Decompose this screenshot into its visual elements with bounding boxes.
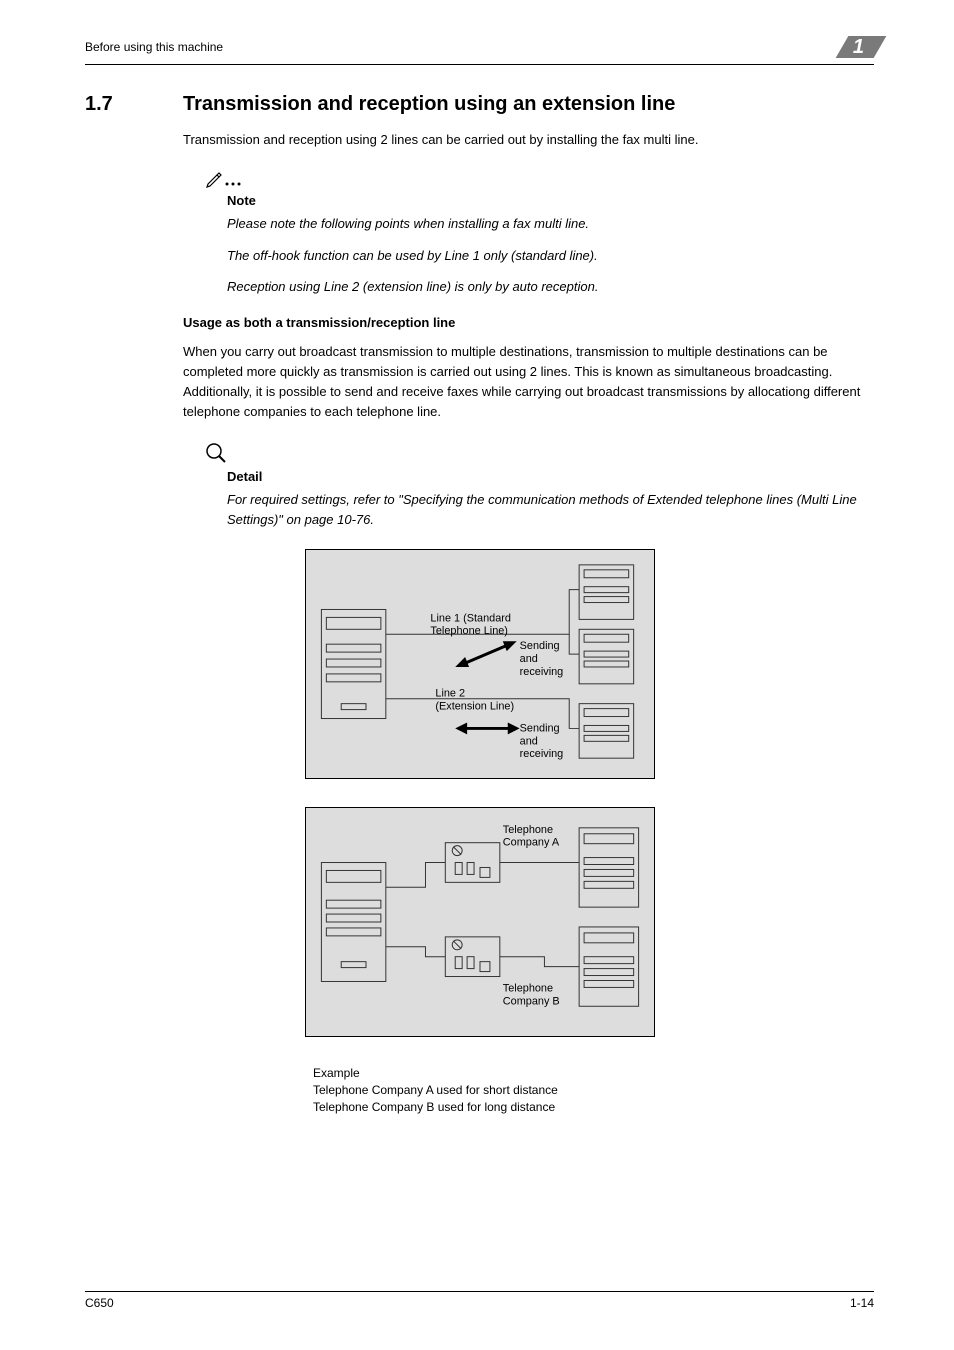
detail-label: Detail [227, 469, 874, 484]
note-body: Please note the following points when in… [227, 214, 874, 297]
svg-text:receiving: receiving [519, 666, 563, 678]
svg-text:Company A: Company A [502, 837, 559, 849]
page-footer: C650 1-14 [85, 1291, 874, 1310]
usage-paragraph: When you carry out broadcast transmissio… [183, 342, 874, 423]
svg-text:Sending: Sending [519, 640, 559, 652]
section-number: 1.7 [85, 93, 153, 116]
company-b-label: Telephone [502, 983, 552, 995]
note-label: Note [227, 193, 874, 208]
chapter-breadcrumb: Before using this machine [85, 40, 223, 54]
svg-text:and: and [519, 653, 537, 665]
example-caption: Example Telephone Company A used for sho… [313, 1065, 874, 1115]
svg-text:and: and [519, 735, 537, 747]
section-title: Transmission and reception using an exte… [183, 93, 675, 116]
chapter-number-badge: 1 [839, 36, 874, 58]
detail-body: For required settings, refer to "Specify… [227, 490, 874, 529]
detail-magnifier-icon [205, 442, 227, 467]
svg-text:Telephone Line): Telephone Line) [430, 625, 508, 637]
footer-page: 1-14 [850, 1296, 874, 1310]
line1-label: Line 1 (Standard [430, 613, 511, 625]
svg-text:Company B: Company B [502, 995, 559, 1007]
section-heading: 1.7 Transmission and reception using an … [85, 93, 874, 116]
intro-paragraph: Transmission and reception using 2 lines… [183, 130, 874, 150]
note-pencil-icon [205, 170, 245, 191]
page-header: Before using this machine 1 [85, 40, 874, 65]
line2-label: Line 2 [435, 688, 465, 700]
footer-model: C650 [85, 1296, 114, 1310]
svg-text:(Extension Line): (Extension Line) [435, 701, 514, 713]
svg-text:receiving: receiving [519, 748, 563, 760]
detail-callout: Detail For required settings, refer to "… [205, 442, 874, 529]
usage-subheading: Usage as both a transmission/reception l… [183, 315, 874, 330]
company-a-label: Telephone [502, 824, 552, 836]
diagram-telephone-companies: Telephone Company A Telephone Company B [305, 807, 655, 1037]
note-callout: Note Please note the following points wh… [205, 170, 874, 297]
diagram-line-usage: Line 1 (Standard Telephone Line) Sending… [305, 549, 655, 779]
svg-text:Sending: Sending [519, 723, 559, 735]
